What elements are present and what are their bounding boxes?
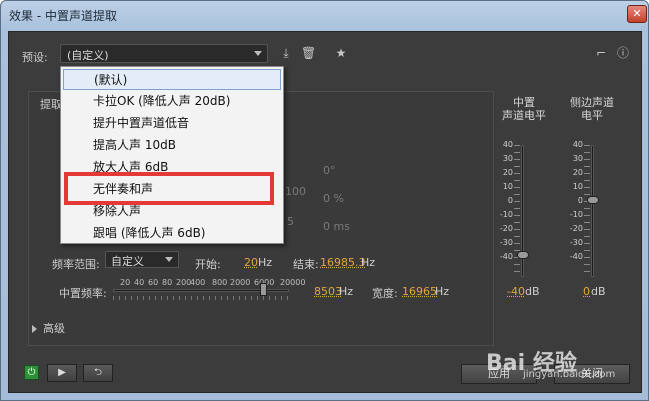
meter-scale-tick: 30 (572, 154, 583, 163)
obscured-value-a: 0° (323, 164, 336, 177)
freq-tick-label: 60 (148, 278, 159, 287)
routing-icon[interactable]: ⌐ (594, 46, 608, 60)
meter-scale-tick: -30 (569, 238, 583, 247)
annotation-highlight (64, 172, 274, 205)
meter-scale-tick: 0 (507, 196, 513, 205)
end-label: 结束: (293, 258, 319, 271)
meter-scale-tick: 30 (502, 154, 513, 163)
meter-scale-tick: -30 (499, 238, 513, 247)
preset-option[interactable]: (默认) (63, 69, 281, 90)
side-level-thumb[interactable] (587, 196, 599, 204)
meter-scale-tick: -20 (499, 224, 513, 233)
side-level-slider[interactable] (591, 145, 594, 277)
extract-tab[interactable]: 提取 (40, 96, 62, 112)
preset-option[interactable]: 提高人声 10dB (63, 135, 281, 156)
freq-range-value: 自定义 (111, 255, 144, 268)
center-freq-value[interactable]: 8503 (314, 285, 342, 298)
preset-label: 预设: (22, 51, 48, 64)
width-label: 宽度: (372, 287, 398, 300)
freq-range-dropdown[interactable]: 自定义 (105, 251, 179, 268)
advanced-toggle[interactable]: 高级 (32, 320, 65, 336)
info-icon[interactable]: ⓘ (616, 46, 630, 60)
freq-tick-label: 40 (134, 278, 145, 287)
end-value[interactable]: 16985.3 (320, 256, 366, 269)
title-bar[interactable]: 效果 - 中置声道提取 ✕ (1, 1, 649, 31)
window-close-button[interactable]: ✕ (627, 5, 647, 23)
freq-tick-label: 200 (176, 278, 192, 287)
start-value[interactable]: 20 (244, 256, 258, 269)
meter-scale-tick: -40 (499, 252, 513, 261)
side-meter-title-line2: 电平 (581, 109, 603, 122)
side-meter-title: 侧边声道 电平 (552, 96, 632, 122)
preset-option[interactable]: 卡拉OK (降低人声 20dB) (63, 91, 281, 112)
window-frame: 效果 - 中置声道提取 ✕ 预设: (自定义) ⤓ 🗑 ★ ⌐ ⓘ 提取 0° … (0, 0, 649, 401)
obscured-value-c: 0 ms (323, 220, 350, 233)
freq-range-label: 频率范围: (52, 258, 100, 271)
window-title: 效果 - 中置声道提取 (9, 9, 117, 23)
save-preset-icon[interactable]: ⤓ (279, 46, 293, 60)
meter-scale-tick: -10 (569, 210, 583, 219)
side-meter-title-line1: 侧边声道 (570, 96, 614, 109)
center-freq-label: 中置频率: (59, 287, 107, 300)
meter-scale-tick: 10 (502, 182, 513, 191)
end-unit: Hz (361, 256, 376, 269)
slider-scale-marks (113, 296, 289, 300)
preset-dropdown-list: (默认) 卡拉OK (降低人声 20dB) 提升中置声道低音 提高人声 10dB 放大人… (60, 66, 284, 244)
preset-option[interactable]: 跟唱 (降低人声 6dB) (63, 223, 281, 244)
start-label: 开始: (195, 258, 221, 271)
meter-scale-tick: 40 (502, 140, 513, 149)
power-toggle-button[interactable]: ⏻ (24, 365, 39, 380)
freq-tick-label: 800 (212, 278, 228, 287)
side-meter-ticks (584, 145, 590, 277)
chevron-right-icon (32, 325, 37, 333)
preset-value: (自定义) (67, 49, 109, 62)
center-freq-unit: Hz (339, 285, 354, 298)
meter-scale-tick: -10 (499, 210, 513, 219)
freq-tick-label: 2000 (230, 278, 251, 287)
freq-tick-label: 20000 (280, 278, 306, 287)
side-level-value[interactable]: 0 (583, 285, 590, 298)
watermark-url: jingyan.baidu.com (523, 369, 616, 380)
chevron-down-icon (254, 51, 262, 56)
delete-preset-icon[interactable]: 🗑 (301, 46, 316, 60)
freq-tick-label: 80 (162, 278, 173, 287)
center-level-thumb[interactable] (517, 251, 529, 259)
advanced-label: 高级 (43, 322, 65, 335)
preset-dropdown[interactable]: (自定义) (60, 44, 268, 63)
obscured-value-b: 0 % (323, 192, 344, 205)
center-level-unit: dB (525, 285, 540, 298)
favorite-star-icon[interactable]: ★ (334, 46, 348, 60)
meter-scale-tick: 20 (572, 168, 583, 177)
meter-scale-tick: -40 (569, 252, 583, 261)
freq-tick-label: 400 (190, 278, 206, 287)
side-meter-scale: 40 30 20 10 0 -10 -20 -30 -40 (561, 138, 583, 264)
center-meter-scale: 40 30 20 10 0 -10 -20 -30 -40 (491, 138, 513, 264)
start-unit: Hz (258, 256, 273, 269)
meter-scale-tick: 0 (577, 196, 583, 205)
chevron-down-icon (165, 257, 173, 262)
center-freq-slider-thumb[interactable] (260, 283, 267, 296)
side-level-unit: dB (591, 285, 606, 298)
freq-tick-label: 20 (120, 278, 131, 287)
preset-option[interactable]: 提升中置声道低音 (63, 113, 281, 134)
play-button[interactable]: ▶ (47, 364, 77, 382)
width-unit: Hz (435, 285, 450, 298)
loop-button[interactable]: ⮌ (83, 364, 113, 382)
meter-scale-tick: 10 (572, 182, 583, 191)
meter-scale-tick: -20 (569, 224, 583, 233)
meter-scale-tick: 40 (572, 140, 583, 149)
obscured-value-d: 100 (285, 185, 306, 198)
obscured-value-e: 5 (287, 215, 294, 228)
width-value[interactable]: 16965 (402, 285, 437, 298)
center-level-value[interactable]: -40 (507, 285, 525, 298)
meter-scale-tick: 20 (502, 168, 513, 177)
